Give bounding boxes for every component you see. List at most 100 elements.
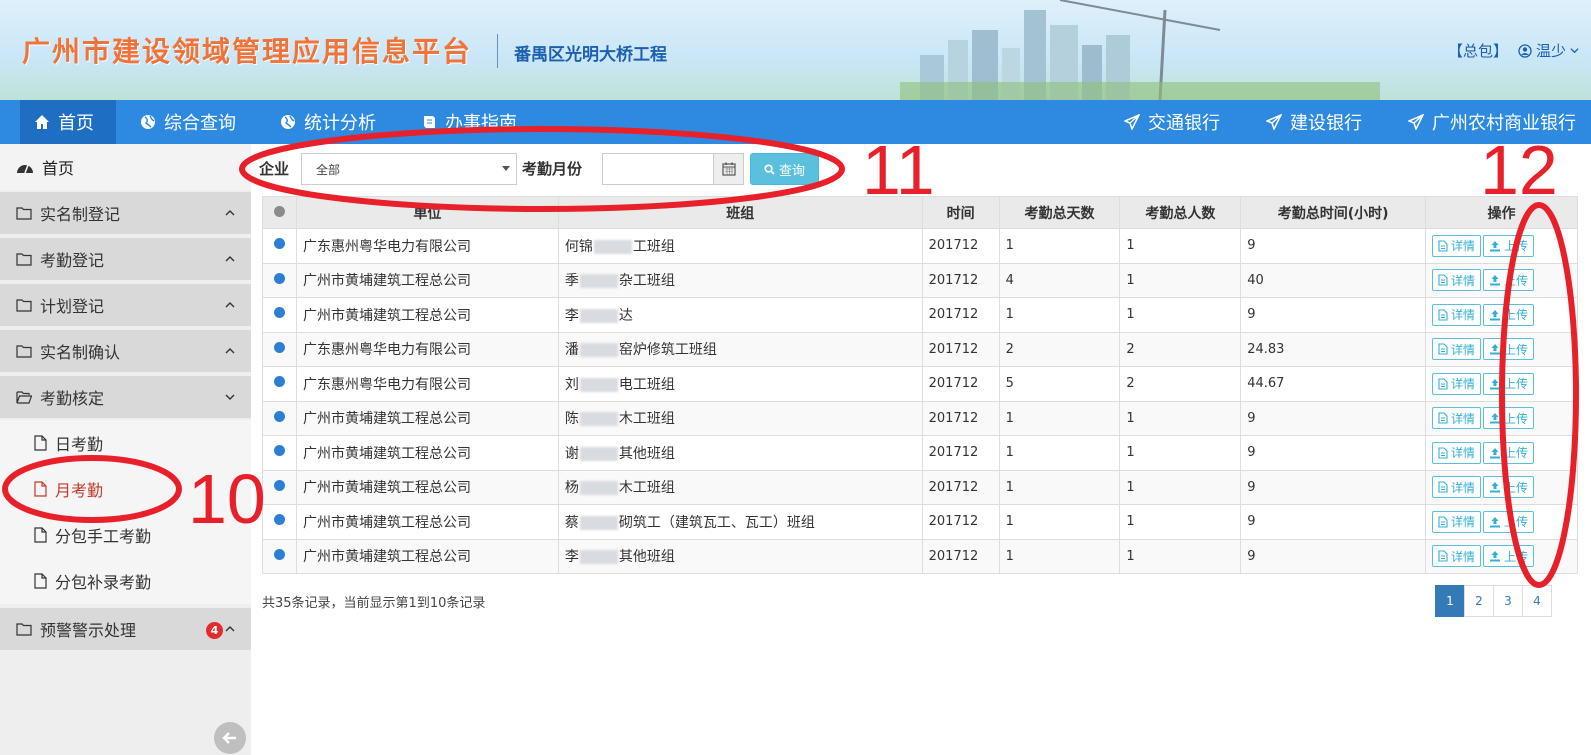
sidebar-item-subcontract-supplement-attendance[interactable]: 分包补录考勤	[0, 558, 251, 604]
select-all-header[interactable]	[262, 196, 297, 229]
actions-cell: 详情 上传	[1425, 366, 1578, 402]
sidebar-group-label: 实名制确认	[40, 343, 121, 362]
table-row[interactable]: 广州市黄埔建筑工程总公司陈木工班组 201712 1 1 9 详情 上传	[262, 400, 1578, 436]
upload-button[interactable]: 上传	[1483, 441, 1535, 464]
header-divider	[497, 34, 498, 68]
document-icon	[1438, 343, 1448, 355]
calendar-button[interactable]	[714, 153, 744, 185]
sidebar-group-label: 考勤登记	[40, 251, 105, 270]
team-name-prefix: 谢	[564, 445, 579, 462]
total-people-cell: 1	[1119, 400, 1242, 436]
table-row[interactable]: 广州市黄埔建筑工程总公司李达 201712 1 1 9 详情 上传	[262, 297, 1578, 333]
detail-button-label: 详情	[1451, 377, 1476, 392]
row-select-dot	[273, 410, 285, 422]
actions-cell: 详情 上传	[1425, 400, 1578, 436]
upload-button[interactable]: 上传	[1483, 476, 1535, 499]
folder-icon	[16, 299, 32, 312]
upload-button[interactable]: 上传	[1483, 510, 1535, 533]
nav-statistics[interactable]: 统计分析	[280, 100, 376, 144]
detail-button[interactable]: 详情	[1432, 510, 1482, 533]
total-hours-cell: 9	[1240, 435, 1426, 471]
total-days-cell: 1	[998, 435, 1121, 471]
nav-bank-bocom[interactable]: 交通银行	[1124, 100, 1220, 144]
detail-button[interactable]: 详情	[1432, 545, 1482, 568]
sidebar-group-warning[interactable]: 预警警示处理 4	[0, 606, 251, 650]
team-name-suffix: 窑炉修筑工班组	[618, 342, 717, 359]
detail-button[interactable]: 详情	[1432, 303, 1482, 326]
sidebar-group-attendance-register[interactable]: 考勤登记	[0, 236, 251, 280]
nav-bank-ccb[interactable]: 建设银行	[1266, 100, 1362, 144]
upload-button[interactable]: 上传	[1483, 269, 1535, 292]
total-hours-cell: 9	[1240, 400, 1426, 436]
upload-button[interactable]: 上传	[1483, 407, 1535, 430]
detail-button[interactable]: 详情	[1432, 269, 1482, 292]
upload-button[interactable]: 上传	[1483, 372, 1535, 395]
row-select-cell[interactable]	[262, 262, 297, 298]
sidebar-item-home[interactable]: 首页	[0, 144, 251, 190]
sidebar-group-realname-confirm[interactable]: 实名制确认	[0, 328, 251, 372]
time-cell: 201712	[921, 538, 1000, 574]
row-select-cell[interactable]	[262, 400, 297, 436]
upload-button[interactable]: 上传	[1483, 303, 1535, 326]
row-select-cell[interactable]	[262, 228, 297, 264]
upload-button[interactable]: 上传	[1483, 338, 1535, 361]
detail-button[interactable]: 详情	[1432, 476, 1482, 499]
row-select-cell[interactable]	[262, 504, 297, 540]
sidebar-group-plan-register[interactable]: 计划登记	[0, 282, 251, 326]
file-icon	[34, 573, 47, 589]
team-name-prefix: 何锦	[564, 238, 593, 255]
table-row[interactable]: 广东惠州粤华电力有限公司刘 电工班组 201712 5 2 44.67 详情 上传	[262, 366, 1578, 402]
row-select-cell[interactable]	[262, 435, 297, 471]
upload-button[interactable]: 上传	[1483, 234, 1535, 257]
upload-button-label: 上传	[1504, 446, 1529, 461]
row-select-cell[interactable]	[262, 331, 297, 367]
nav-guide[interactable]: 办事指南	[421, 100, 517, 144]
row-select-dot	[273, 307, 285, 319]
detail-button-label: 详情	[1451, 342, 1476, 357]
page-2-button[interactable]: 2	[1464, 585, 1494, 617]
row-select-cell[interactable]	[262, 538, 297, 574]
upload-button-label: 上传	[1504, 342, 1529, 357]
page-3-button[interactable]: 3	[1493, 585, 1523, 617]
sidebar-group-attendance-verify[interactable]: 考勤核定	[0, 374, 251, 418]
table-row[interactable]: 广州市黄埔建筑工程总公司谢其他班组 201712 1 1 9 详情 上传	[262, 435, 1578, 471]
sidebar-group-realname-register[interactable]: 实名制登记	[0, 190, 251, 234]
detail-button[interactable]: 详情	[1432, 407, 1482, 430]
time-cell: 201712	[921, 297, 1000, 333]
page-4-button[interactable]: 4	[1522, 585, 1552, 617]
row-select-cell[interactable]	[262, 366, 297, 402]
table-row[interactable]: 广东惠州粤华电力有限公司 何锦 工班组 201712 1 1 9 详情 上传	[262, 228, 1578, 264]
table-row[interactable]: 广州市黄埔建筑工程总公司蔡砌筑工（建筑瓦工、瓦工）班组 201712 1 1 9 详情 上传	[262, 504, 1578, 540]
total-days-cell: 2	[998, 331, 1121, 367]
table-row[interactable]: 广州市黄埔建筑工程总公司季 杂工班组 201712 4 1 40 详情 上传	[262, 262, 1578, 298]
detail-button[interactable]: 详情	[1432, 372, 1482, 395]
upload-button[interactable]: 上传	[1483, 545, 1535, 568]
detail-button[interactable]: 详情	[1432, 441, 1482, 464]
table-row[interactable]: 广州市黄埔建筑工程总公司杨木工班组 201712 1 1 9 详情 上传	[262, 469, 1578, 505]
detail-button[interactable]: 详情	[1432, 338, 1482, 361]
nav-home[interactable]: 首页	[20, 100, 116, 144]
sidebar-collapse-button[interactable]	[214, 722, 246, 754]
time-cell: 201712	[921, 331, 1000, 367]
total-hours-cell: 9	[1240, 297, 1426, 333]
upload-icon	[1490, 240, 1501, 252]
table-row[interactable]: 广州市黄埔建筑工程总公司李其他班组 201712 1 1 9 详情 上传	[262, 538, 1578, 574]
page-1-button[interactable]: 1	[1435, 585, 1465, 617]
nav-comprehensive-query[interactable]: 综合查询	[140, 100, 236, 144]
row-select-cell[interactable]	[262, 469, 297, 505]
month-input[interactable]	[602, 153, 714, 185]
sidebar-item-label: 月考勤	[55, 481, 104, 500]
chevron-up-icon	[225, 302, 235, 308]
row-select-cell[interactable]	[262, 297, 297, 333]
row-select-dot	[273, 445, 285, 457]
detail-button[interactable]: 详情	[1432, 234, 1482, 257]
company-select[interactable]: 全部	[301, 153, 517, 185]
sidebar-item-label: 日考勤	[55, 435, 104, 454]
table-row[interactable]: 广东惠州粤华电力有限公司潘窑炉修筑工班组 201712 2 2 24.83 详情 上传	[262, 331, 1578, 367]
user-menu[interactable]: 温少	[1518, 40, 1579, 61]
query-button[interactable]: 查询	[750, 153, 819, 185]
detail-button-label: 详情	[1451, 549, 1476, 564]
package-link[interactable]: 【总包】	[1448, 40, 1508, 61]
redacted-name	[579, 343, 618, 358]
folder-icon	[16, 345, 32, 358]
